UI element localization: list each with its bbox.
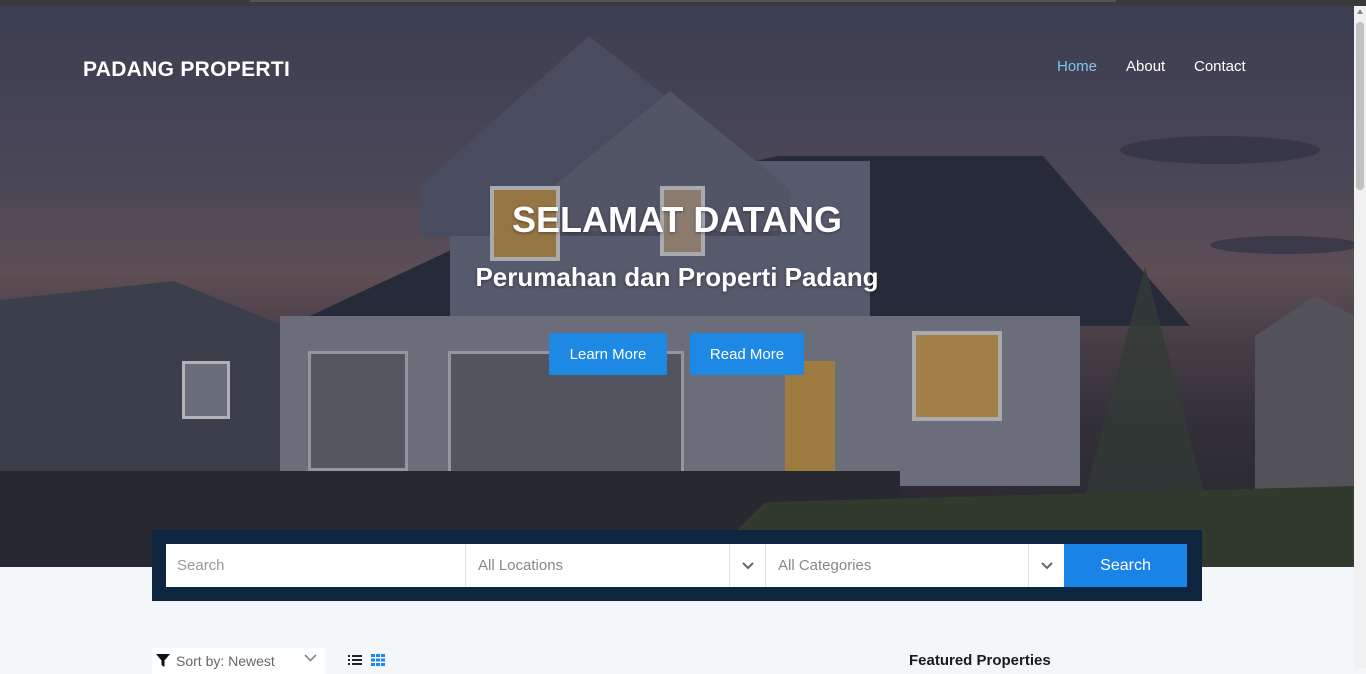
filter-icon: [156, 654, 170, 667]
search-button[interactable]: Search: [1064, 544, 1187, 587]
hero-subtitle: Perumahan dan Properti Padang: [475, 262, 879, 292]
scroll-up-icon[interactable]: [1357, 9, 1363, 14]
hero-title: SELAMAT DATANG: [512, 199, 842, 240]
nav-about[interactable]: About: [1126, 58, 1165, 75]
read-more-button[interactable]: Read More: [690, 333, 804, 375]
property-search-panel: Search All Locations All Categories Sear…: [152, 530, 1202, 601]
sort-label: Sort by: Newest: [176, 653, 275, 669]
chevron-down-icon: [304, 654, 317, 662]
scrollbar-thumb[interactable]: [1356, 22, 1364, 190]
location-select[interactable]: All Locations: [465, 544, 729, 587]
site-brand[interactable]: PADANG PROPERTI: [83, 58, 290, 82]
top-strip-bar: [250, 0, 1116, 2]
search-input[interactable]: Search: [166, 544, 465, 587]
sort-select[interactable]: Sort by: Newest: [152, 648, 325, 674]
featured-properties-heading: Featured Properties: [909, 652, 1051, 669]
page-scrollbar[interactable]: [1354, 6, 1366, 668]
grid-view-icon[interactable]: [371, 654, 385, 666]
hero-banner: PADANG PROPERTI Home About Contact SELAM…: [0, 6, 1354, 567]
category-select[interactable]: All Categories: [765, 544, 1028, 587]
list-view-icon[interactable]: [348, 654, 362, 666]
category-chevron-down-icon[interactable]: [1028, 544, 1064, 587]
nav-contact[interactable]: Contact: [1194, 58, 1246, 75]
learn-more-button[interactable]: Learn More: [549, 333, 667, 375]
nav-home[interactable]: Home: [1057, 58, 1097, 75]
location-chevron-down-icon[interactable]: [729, 544, 765, 587]
